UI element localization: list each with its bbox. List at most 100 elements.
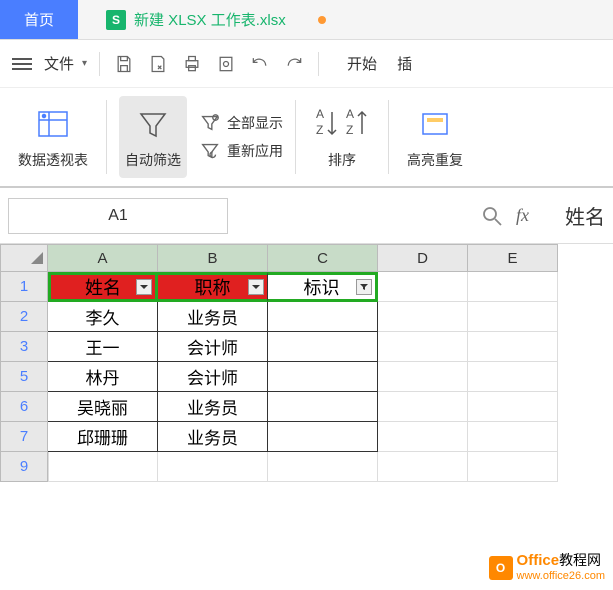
cell[interactable] — [378, 392, 468, 422]
row-header[interactable]: 5 — [0, 362, 48, 392]
cell[interactable] — [268, 362, 378, 392]
row-header[interactable]: 7 — [0, 422, 48, 452]
cell[interactable] — [468, 392, 558, 422]
highlight-label: 高亮重复 — [407, 150, 463, 170]
cell[interactable] — [468, 272, 558, 302]
save-as-icon[interactable] — [146, 52, 170, 76]
cell[interactable] — [378, 362, 468, 392]
cell[interactable]: 林丹 — [48, 362, 158, 392]
cell[interactable]: 业务员 — [158, 422, 268, 452]
show-all-button[interactable]: 全部显示 — [199, 112, 283, 134]
tab-file[interactable]: S 新建 XLSX 工作表.xlsx — [94, 9, 298, 30]
xlsx-icon: S — [106, 10, 126, 30]
row-header[interactable]: 1 — [0, 272, 48, 302]
print-icon[interactable] — [180, 52, 204, 76]
redo-icon[interactable] — [282, 52, 306, 76]
cell[interactable] — [268, 302, 378, 332]
menu-insert[interactable]: 插 — [397, 53, 412, 74]
header-cell-mark[interactable]: 标识 — [268, 272, 378, 302]
watermark-url: www.office26.com — [517, 570, 605, 582]
cell[interactable]: 会计师 — [158, 332, 268, 362]
col-header-e[interactable]: E — [468, 244, 558, 272]
cell[interactable] — [378, 272, 468, 302]
sort-asc-icon: AZ — [314, 104, 340, 144]
hamburger-icon[interactable] — [12, 58, 32, 70]
watermark-brand: Office教程网 — [517, 553, 605, 570]
cell[interactable]: 会计师 — [158, 362, 268, 392]
cell[interactable]: 李久 — [48, 302, 158, 332]
header-cell-name[interactable]: 姓名 — [48, 272, 158, 302]
tab-home[interactable]: 首页 — [0, 0, 78, 39]
header-cell-title[interactable]: 职称 — [158, 272, 268, 302]
file-menu[interactable]: 文件 — [44, 53, 74, 74]
cell[interactable]: 业务员 — [158, 392, 268, 422]
pivot-table-button[interactable]: 数据透视表 — [12, 96, 94, 178]
menu-start[interactable]: 开始 — [347, 53, 377, 74]
sort-group[interactable]: AZ AZ 排序 — [308, 96, 376, 178]
table-row: 7 邱珊珊 业务员 — [0, 422, 613, 452]
cell[interactable] — [378, 332, 468, 362]
svg-text:Z: Z — [346, 123, 353, 137]
spreadsheet: A B C D E 1 姓名 职称 标识 2 李久 业务员 3 王一 会计师 — [0, 244, 613, 482]
table-row: 6 吴晓丽 业务员 — [0, 392, 613, 422]
header-title-label: 职称 — [195, 274, 231, 300]
cell[interactable] — [378, 452, 468, 482]
cell[interactable] — [468, 332, 558, 362]
col-header-d[interactable]: D — [378, 244, 468, 272]
cell[interactable] — [378, 422, 468, 452]
header-mark-label: 标识 — [304, 274, 340, 300]
funnel-refresh-icon — [199, 140, 221, 162]
separator — [295, 100, 296, 174]
sort-desc-icon: AZ — [344, 104, 370, 144]
cell[interactable] — [48, 452, 158, 482]
table-row: 3 王一 会计师 — [0, 332, 613, 362]
reapply-button[interactable]: 重新应用 — [199, 140, 283, 162]
highlight-icon — [415, 104, 455, 144]
autofilter-button[interactable]: 自动筛选 — [119, 96, 187, 178]
quick-toolbar: 文件 ▾ 开始 插 — [0, 40, 613, 88]
separator — [106, 100, 107, 174]
undo-icon[interactable] — [248, 52, 272, 76]
filter-button[interactable] — [248, 279, 264, 295]
cell[interactable] — [268, 422, 378, 452]
cell[interactable] — [468, 302, 558, 332]
col-header-c[interactable]: C — [268, 244, 378, 272]
cell[interactable] — [268, 392, 378, 422]
save-icon[interactable] — [112, 52, 136, 76]
table-row: 2 李久 业务员 — [0, 302, 613, 332]
chevron-down-icon: ▾ — [82, 58, 87, 69]
row-header[interactable]: 2 — [0, 302, 48, 332]
ribbon: 数据透视表 自动筛选 全部显示 重新应用 AZ AZ 排序 高亮重复 — [0, 88, 613, 188]
filter-button[interactable] — [136, 279, 152, 295]
cell[interactable] — [158, 452, 268, 482]
cell[interactable]: 业务员 — [158, 302, 268, 332]
formula-value[interactable]: 姓名 — [565, 201, 605, 230]
row-header[interactable]: 3 — [0, 332, 48, 362]
cell[interactable] — [468, 362, 558, 392]
cell[interactable] — [468, 422, 558, 452]
watermark: O Office教程网 www.office26.com — [489, 553, 605, 582]
separator — [318, 52, 319, 76]
cell[interactable] — [468, 452, 558, 482]
cell[interactable] — [268, 452, 378, 482]
filter-button-active[interactable] — [356, 279, 372, 295]
highlight-dup-button[interactable]: 高亮重复 — [401, 96, 469, 178]
print-preview-icon[interactable] — [214, 52, 238, 76]
cell[interactable] — [378, 302, 468, 332]
name-box[interactable]: A1 — [8, 198, 228, 234]
fx-label[interactable]: fx — [516, 205, 529, 226]
search-icon[interactable] — [480, 204, 504, 228]
cell[interactable]: 王一 — [48, 332, 158, 362]
cell[interactable]: 邱珊珊 — [48, 422, 158, 452]
col-header-b[interactable]: B — [158, 244, 268, 272]
funnel-icon — [133, 104, 173, 144]
select-all-corner[interactable] — [0, 244, 48, 272]
row-header[interactable]: 6 — [0, 392, 48, 422]
row-header[interactable]: 9 — [0, 452, 48, 482]
pivot-icon — [33, 104, 73, 144]
cell[interactable] — [268, 332, 378, 362]
col-header-a[interactable]: A — [48, 244, 158, 272]
tab-file-name: 新建 XLSX 工作表.xlsx — [134, 9, 286, 30]
cell[interactable]: 吴晓丽 — [48, 392, 158, 422]
column-headers: A B C D E — [0, 244, 613, 272]
